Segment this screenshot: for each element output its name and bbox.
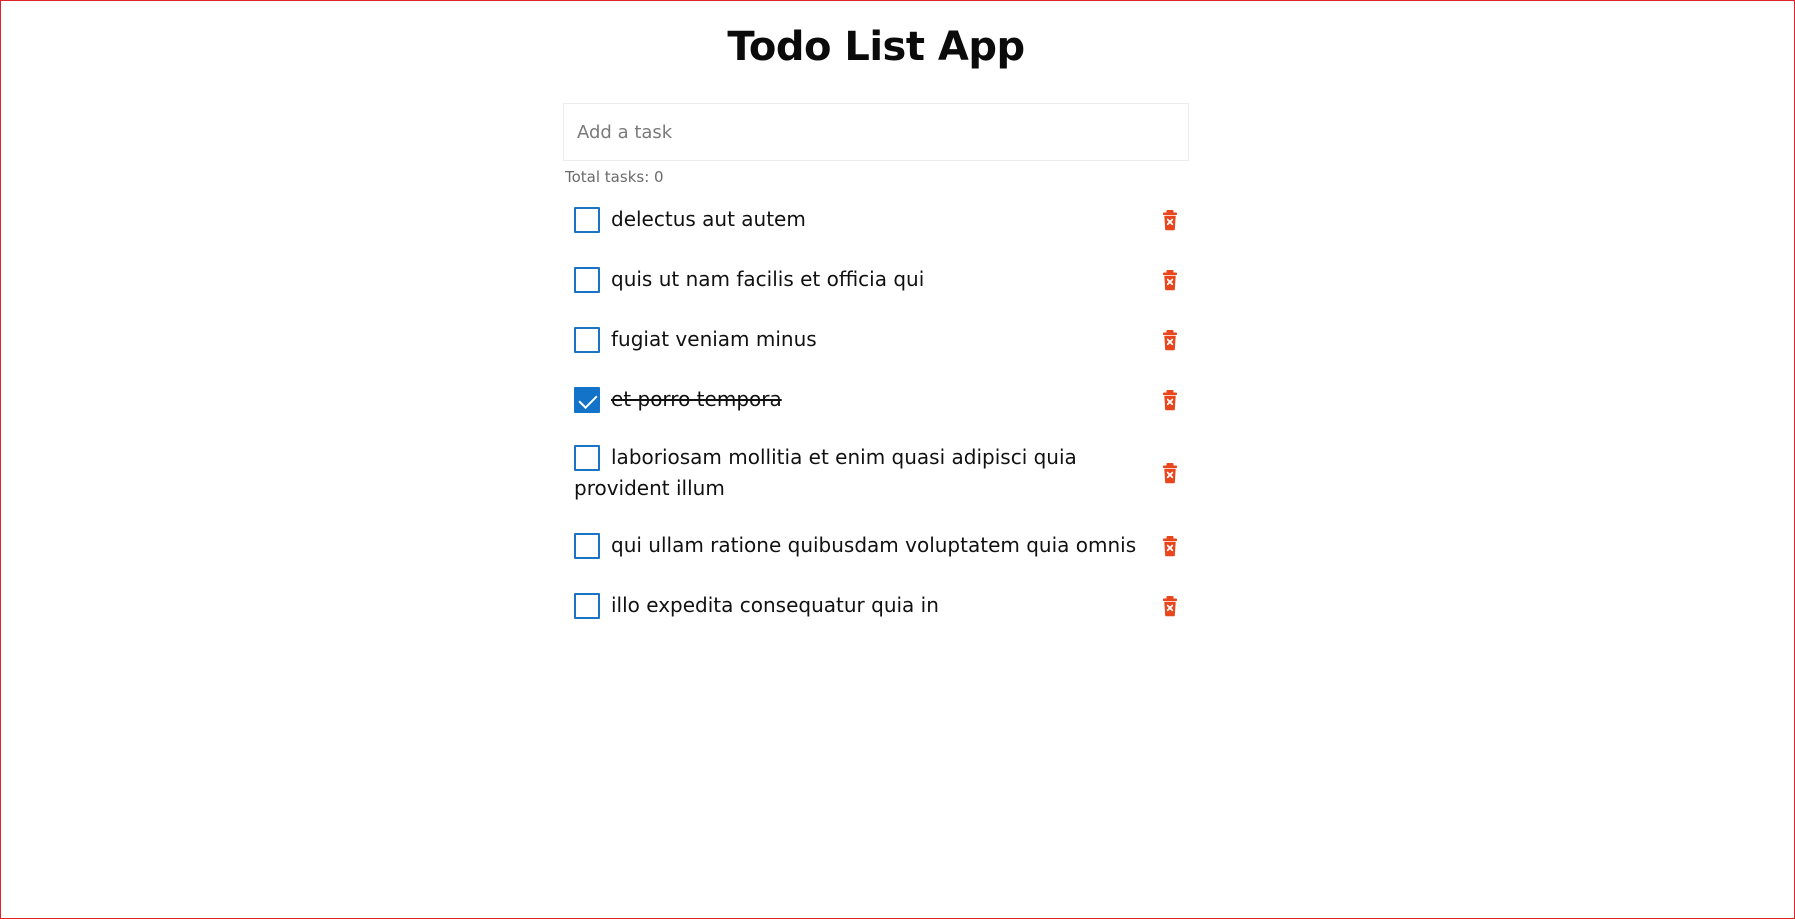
- task-item: laboriosam mollitia et enim quasi adipis…: [574, 442, 1178, 504]
- task-text: delectus aut autem: [611, 207, 806, 231]
- task-text: quis ut nam facilis et officia qui: [611, 267, 925, 291]
- task-item: qui ullam ratione quibusdam voluptatem q…: [574, 530, 1178, 561]
- add-task-input[interactable]: [563, 103, 1189, 161]
- trash-icon[interactable]: [1162, 209, 1178, 231]
- task-item: fugiat veniam minus: [574, 324, 1178, 355]
- trash-icon[interactable]: [1162, 389, 1178, 411]
- task-item: et porro tempora: [574, 384, 1178, 415]
- task-checkbox[interactable]: [574, 387, 600, 413]
- trash-icon[interactable]: [1162, 269, 1178, 291]
- task-checkbox[interactable]: [574, 593, 600, 619]
- task-item: delectus aut autem: [574, 204, 1178, 235]
- task-text: qui ullam ratione quibusdam voluptatem q…: [611, 533, 1137, 557]
- task-text: laboriosam mollitia et enim quasi adipis…: [574, 445, 1077, 500]
- task-item: illo expedita consequatur quia in: [574, 590, 1178, 621]
- trash-icon[interactable]: [1162, 535, 1178, 557]
- task-item: quis ut nam facilis et officia qui: [574, 264, 1178, 295]
- task-checkbox[interactable]: [574, 267, 600, 293]
- trash-icon[interactable]: [1162, 329, 1178, 351]
- task-checkbox[interactable]: [574, 207, 600, 233]
- trash-icon[interactable]: [1162, 462, 1178, 484]
- task-checkbox[interactable]: [574, 533, 600, 559]
- trash-icon[interactable]: [1162, 595, 1178, 617]
- task-text: fugiat veniam minus: [611, 327, 817, 351]
- total-tasks-label: Total tasks: 0: [565, 168, 664, 186]
- task-checkbox[interactable]: [574, 327, 600, 353]
- task-text: et porro tempora: [611, 387, 782, 411]
- task-text: illo expedita consequatur quia in: [611, 593, 939, 617]
- page-title: Todo List App: [727, 24, 1025, 70]
- task-checkbox[interactable]: [574, 445, 600, 471]
